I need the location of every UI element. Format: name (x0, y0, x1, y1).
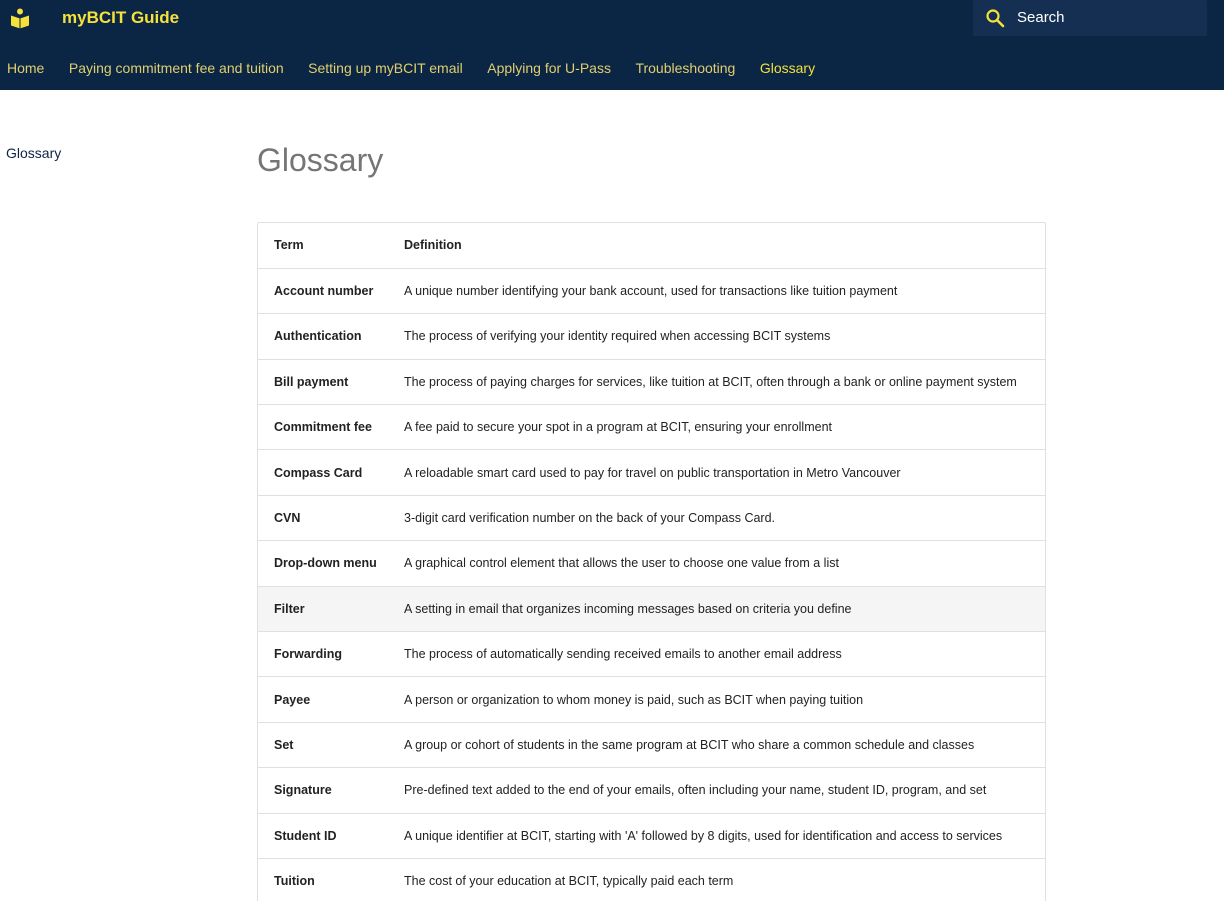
definition-cell: A graphical control element that allows … (389, 540, 1045, 587)
tab-glossary[interactable]: Glossary (760, 58, 815, 78)
term-cell: Student ID (258, 813, 389, 859)
tab-paying-commitment-fee[interactable]: Paying commitment fee and tuition (69, 58, 284, 78)
tab-applying-u-pass[interactable]: Applying for U-Pass (487, 58, 611, 78)
term-cell: Payee (258, 676, 389, 723)
definition-cell: A fee paid to secure your spot in a prog… (389, 404, 1045, 451)
glossary-table-container: Term Definition Account number A unique n… (257, 222, 1046, 901)
book-person-icon[interactable] (9, 7, 31, 29)
table-header-row: Term Definition (258, 223, 1045, 269)
table-row: Tuition The cost of your education at BCI… (258, 858, 1045, 901)
term-cell: Set (258, 722, 389, 769)
table-row: Account number A unique number identifyin… (258, 268, 1045, 315)
definition-cell: The process of verifying your identity r… (389, 313, 1045, 360)
definition-cell: The process of paying charges for servic… (389, 359, 1045, 406)
definition-cell: A group or cohort of students in the sam… (389, 722, 1045, 769)
definition-cell: A reloadable smart card used to pay for … (389, 449, 1045, 496)
table-row: Forwarding The process of automatically s… (258, 631, 1045, 678)
term-cell: Tuition (258, 858, 389, 901)
term-cell: Authentication (258, 313, 389, 360)
definition-cell: The process of automatically sending rec… (389, 631, 1045, 678)
term-cell: Forwarding (258, 631, 389, 678)
term-cell: Signature (258, 767, 389, 814)
definition-cell: A unique number identifying your bank ac… (389, 268, 1045, 315)
table-row: Signature Pre-defined text added to the e… (258, 767, 1045, 814)
column-header-term: Term (258, 223, 389, 269)
definition-cell: A unique identifier at BCIT, starting wi… (389, 813, 1045, 859)
site-title[interactable]: myBCIT Guide (62, 7, 179, 29)
definition-cell: A person or organization to whom money i… (389, 676, 1045, 723)
table-row: Drop-down menu A graphical control elemen… (258, 540, 1045, 587)
term-cell: Account number (258, 268, 389, 315)
table-row: Commitment fee A fee paid to secure your … (258, 404, 1045, 451)
term-cell: Commitment fee (258, 404, 389, 451)
term-cell: CVN (258, 495, 389, 542)
table-row: Authentication The process of verifying y… (258, 313, 1045, 360)
search-input[interactable]: Search (973, 0, 1207, 36)
definition-cell: 3-digit card verification number on the … (389, 495, 1045, 542)
term-cell: Drop-down menu (258, 540, 389, 587)
table-row: Payee A person or organization to whom mo… (258, 676, 1045, 723)
top-header: myBCIT Guide Search Home Paying commitme… (0, 0, 1224, 90)
table-row: Bill payment The process of paying charge… (258, 359, 1045, 406)
search-placeholder: Search (1017, 9, 1065, 26)
table-row-hovered: Filter A setting in email that organizes … (258, 586, 1045, 633)
table-row: Student ID A unique identifier at BCIT, s… (258, 813, 1045, 859)
definition-cell: A setting in email that organizes incomi… (389, 586, 1045, 633)
table-row: CVN 3-digit card verification number on t… (258, 495, 1045, 542)
term-cell: Bill payment (258, 359, 389, 406)
definition-cell: The cost of your education at BCIT, typi… (389, 858, 1045, 901)
term-cell: Compass Card (258, 449, 389, 496)
term-cell: Filter (258, 586, 389, 633)
definition-cell: Pre-defined text added to the end of you… (389, 767, 1045, 814)
tab-troubleshooting[interactable]: Troubleshooting (635, 58, 735, 78)
top-nav-tabs: Home Paying commitment fee and tuition S… (7, 58, 840, 78)
search-icon (985, 8, 1005, 28)
column-header-definition: Definition (389, 223, 1045, 269)
tab-setting-up-email[interactable]: Setting up myBCIT email (308, 58, 463, 78)
table-row: Set A group or cohort of students in the … (258, 722, 1045, 769)
page-title: Glossary (257, 142, 384, 178)
sidebar-item-glossary[interactable]: Glossary (6, 144, 61, 162)
tab-home[interactable]: Home (7, 58, 44, 78)
glossary-table: Term Definition Account number A unique n… (258, 223, 1045, 901)
table-row: Compass Card A reloadable smart card used… (258, 449, 1045, 496)
